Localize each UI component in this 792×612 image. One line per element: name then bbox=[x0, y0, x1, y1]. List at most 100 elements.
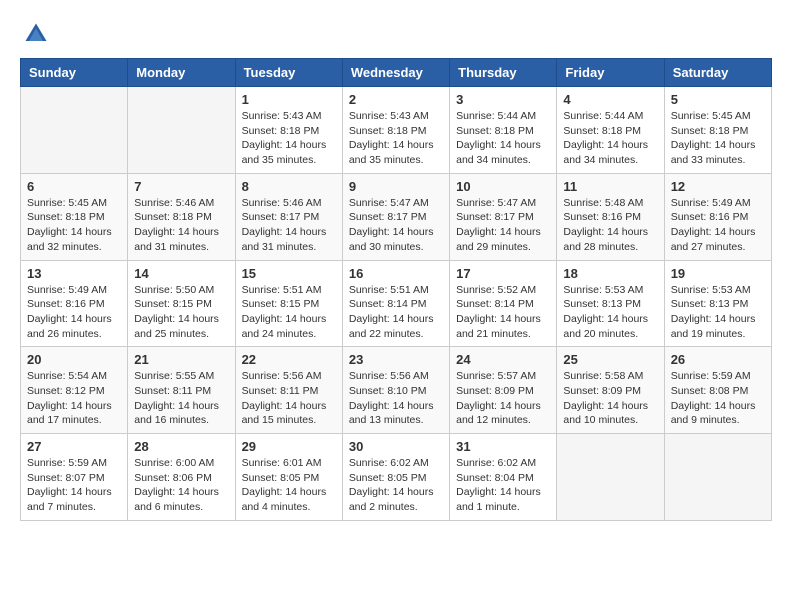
day-info: Sunrise: 5:51 AMSunset: 8:15 PMDaylight:… bbox=[242, 283, 336, 342]
day-number: 7 bbox=[134, 179, 228, 194]
calendar-cell: 27Sunrise: 5:59 AMSunset: 8:07 PMDayligh… bbox=[21, 434, 128, 521]
weekday-header-tuesday: Tuesday bbox=[235, 59, 342, 87]
calendar-cell bbox=[21, 87, 128, 174]
weekday-header-row: SundayMondayTuesdayWednesdayThursdayFrid… bbox=[21, 59, 772, 87]
week-row-3: 13 Sunrise: 5:49 AMSunset: 8:16 PMDayligh… bbox=[21, 260, 772, 347]
day-number: 22 bbox=[242, 352, 336, 367]
day-info: Sunrise: 5:49 AMSunset: 8:16 PMDaylight:… bbox=[671, 196, 765, 255]
logo bbox=[20, 20, 50, 48]
day-info: Sunrise: 5:51 AMSunset: 8:14 PMDaylight:… bbox=[349, 283, 443, 342]
calendar-cell: 21 Sunrise: 5:55 AMSunset: 8:11 PMDayligh… bbox=[128, 347, 235, 434]
day-number: 10 bbox=[456, 179, 550, 194]
day-info: Sunrise: 5:43 AMSunset: 8:18 PMDaylight:… bbox=[242, 109, 336, 168]
calendar-cell: 15 Sunrise: 5:51 AMSunset: 8:15 PMDayligh… bbox=[235, 260, 342, 347]
weekday-header-wednesday: Wednesday bbox=[342, 59, 449, 87]
logo-icon bbox=[22, 20, 50, 48]
day-info: Sunrise: 5:53 AMSunset: 8:13 PMDaylight:… bbox=[563, 283, 657, 342]
day-info: Sunrise: 5:46 AMSunset: 8:18 PMDaylight:… bbox=[134, 196, 228, 255]
calendar-cell: 6Sunrise: 5:45 AMSunset: 8:18 PMDaylight… bbox=[21, 173, 128, 260]
day-number: 28 bbox=[134, 439, 228, 454]
calendar-cell bbox=[557, 434, 664, 521]
calendar-cell: 29 Sunrise: 6:01 AMSunset: 8:05 PMDayligh… bbox=[235, 434, 342, 521]
calendar-cell: 17 Sunrise: 5:52 AMSunset: 8:14 PMDayligh… bbox=[450, 260, 557, 347]
day-info: Sunrise: 5:54 AMSunset: 8:12 PMDaylight:… bbox=[27, 369, 121, 428]
day-info: Sunrise: 5:47 AMSunset: 8:17 PMDaylight:… bbox=[349, 196, 443, 255]
day-number: 12 bbox=[671, 179, 765, 194]
calendar-cell: 31 Sunrise: 6:02 AMSunset: 8:04 PMDayligh… bbox=[450, 434, 557, 521]
calendar: SundayMondayTuesdayWednesdayThursdayFrid… bbox=[20, 58, 772, 521]
calendar-cell: 23Sunrise: 5:56 AMSunset: 8:10 PMDayligh… bbox=[342, 347, 449, 434]
day-number: 14 bbox=[134, 266, 228, 281]
week-row-4: 20 Sunrise: 5:54 AMSunset: 8:12 PMDayligh… bbox=[21, 347, 772, 434]
day-info: Sunrise: 5:56 AMSunset: 8:10 PMDaylight:… bbox=[349, 369, 443, 428]
calendar-cell bbox=[664, 434, 771, 521]
calendar-cell: 24 Sunrise: 5:57 AMSunset: 8:09 PMDayligh… bbox=[450, 347, 557, 434]
day-info: Sunrise: 5:44 AMSunset: 8:18 PMDaylight:… bbox=[563, 109, 657, 168]
calendar-cell bbox=[128, 87, 235, 174]
calendar-cell: 18 Sunrise: 5:53 AMSunset: 8:13 PMDayligh… bbox=[557, 260, 664, 347]
calendar-cell: 19 Sunrise: 5:53 AMSunset: 8:13 PMDayligh… bbox=[664, 260, 771, 347]
day-number: 4 bbox=[563, 92, 657, 107]
calendar-cell: 26 Sunrise: 5:59 AMSunset: 8:08 PMDayligh… bbox=[664, 347, 771, 434]
day-info: Sunrise: 5:44 AMSunset: 8:18 PMDaylight:… bbox=[456, 109, 550, 168]
day-info: Sunrise: 6:02 AMSunset: 8:04 PMDaylight:… bbox=[456, 456, 550, 515]
weekday-header-monday: Monday bbox=[128, 59, 235, 87]
day-info: Sunrise: 5:45 AMSunset: 8:18 PMDaylight:… bbox=[27, 196, 121, 255]
day-info: Sunrise: 6:00 AMSunset: 8:06 PMDaylight:… bbox=[134, 456, 228, 515]
day-number: 21 bbox=[134, 352, 228, 367]
calendar-cell: 7 Sunrise: 5:46 AMSunset: 8:18 PMDaylight… bbox=[128, 173, 235, 260]
day-number: 9 bbox=[349, 179, 443, 194]
day-info: Sunrise: 5:59 AMSunset: 8:08 PMDaylight:… bbox=[671, 369, 765, 428]
calendar-cell: 2 Sunrise: 5:43 AMSunset: 8:18 PMDaylight… bbox=[342, 87, 449, 174]
day-info: Sunrise: 5:52 AMSunset: 8:14 PMDaylight:… bbox=[456, 283, 550, 342]
day-number: 27 bbox=[27, 439, 121, 454]
day-number: 31 bbox=[456, 439, 550, 454]
day-number: 20 bbox=[27, 352, 121, 367]
day-number: 19 bbox=[671, 266, 765, 281]
weekday-header-friday: Friday bbox=[557, 59, 664, 87]
calendar-cell: 10 Sunrise: 5:47 AMSunset: 8:17 PMDayligh… bbox=[450, 173, 557, 260]
day-number: 18 bbox=[563, 266, 657, 281]
day-number: 26 bbox=[671, 352, 765, 367]
day-number: 29 bbox=[242, 439, 336, 454]
day-number: 13 bbox=[27, 266, 121, 281]
day-number: 25 bbox=[563, 352, 657, 367]
calendar-cell: 14 Sunrise: 5:50 AMSunset: 8:15 PMDayligh… bbox=[128, 260, 235, 347]
day-number: 3 bbox=[456, 92, 550, 107]
calendar-cell: 25 Sunrise: 5:58 AMSunset: 8:09 PMDayligh… bbox=[557, 347, 664, 434]
weekday-header-sunday: Sunday bbox=[21, 59, 128, 87]
day-number: 2 bbox=[349, 92, 443, 107]
calendar-cell: 8Sunrise: 5:46 AMSunset: 8:17 PMDaylight… bbox=[235, 173, 342, 260]
day-info: Sunrise: 6:01 AMSunset: 8:05 PMDaylight:… bbox=[242, 456, 336, 515]
day-info: Sunrise: 5:55 AMSunset: 8:11 PMDaylight:… bbox=[134, 369, 228, 428]
calendar-cell: 11Sunrise: 5:48 AMSunset: 8:16 PMDayligh… bbox=[557, 173, 664, 260]
weekday-header-saturday: Saturday bbox=[664, 59, 771, 87]
day-number: 5 bbox=[671, 92, 765, 107]
day-info: Sunrise: 5:46 AMSunset: 8:17 PMDaylight:… bbox=[242, 196, 336, 255]
day-info: Sunrise: 5:53 AMSunset: 8:13 PMDaylight:… bbox=[671, 283, 765, 342]
day-number: 24 bbox=[456, 352, 550, 367]
day-info: Sunrise: 5:58 AMSunset: 8:09 PMDaylight:… bbox=[563, 369, 657, 428]
day-info: Sunrise: 5:47 AMSunset: 8:17 PMDaylight:… bbox=[456, 196, 550, 255]
day-number: 30 bbox=[349, 439, 443, 454]
day-info: Sunrise: 5:49 AMSunset: 8:16 PMDaylight:… bbox=[27, 283, 121, 342]
day-info: Sunrise: 5:43 AMSunset: 8:18 PMDaylight:… bbox=[349, 109, 443, 168]
calendar-cell: 20 Sunrise: 5:54 AMSunset: 8:12 PMDayligh… bbox=[21, 347, 128, 434]
day-number: 16 bbox=[349, 266, 443, 281]
day-number: 11 bbox=[563, 179, 657, 194]
week-row-1: 1 Sunrise: 5:43 AMSunset: 8:18 PMDaylight… bbox=[21, 87, 772, 174]
day-number: 1 bbox=[242, 92, 336, 107]
page-header bbox=[20, 20, 772, 48]
day-info: Sunrise: 5:50 AMSunset: 8:15 PMDaylight:… bbox=[134, 283, 228, 342]
calendar-cell: 22Sunrise: 5:56 AMSunset: 8:11 PMDayligh… bbox=[235, 347, 342, 434]
day-info: Sunrise: 5:57 AMSunset: 8:09 PMDaylight:… bbox=[456, 369, 550, 428]
day-number: 15 bbox=[242, 266, 336, 281]
weekday-header-thursday: Thursday bbox=[450, 59, 557, 87]
day-number: 17 bbox=[456, 266, 550, 281]
day-info: Sunrise: 6:02 AMSunset: 8:05 PMDaylight:… bbox=[349, 456, 443, 515]
week-row-5: 27Sunrise: 5:59 AMSunset: 8:07 PMDayligh… bbox=[21, 434, 772, 521]
calendar-cell: 13 Sunrise: 5:49 AMSunset: 8:16 PMDayligh… bbox=[21, 260, 128, 347]
calendar-cell: 30 Sunrise: 6:02 AMSunset: 8:05 PMDayligh… bbox=[342, 434, 449, 521]
calendar-cell: 1 Sunrise: 5:43 AMSunset: 8:18 PMDaylight… bbox=[235, 87, 342, 174]
calendar-cell: 3 Sunrise: 5:44 AMSunset: 8:18 PMDaylight… bbox=[450, 87, 557, 174]
